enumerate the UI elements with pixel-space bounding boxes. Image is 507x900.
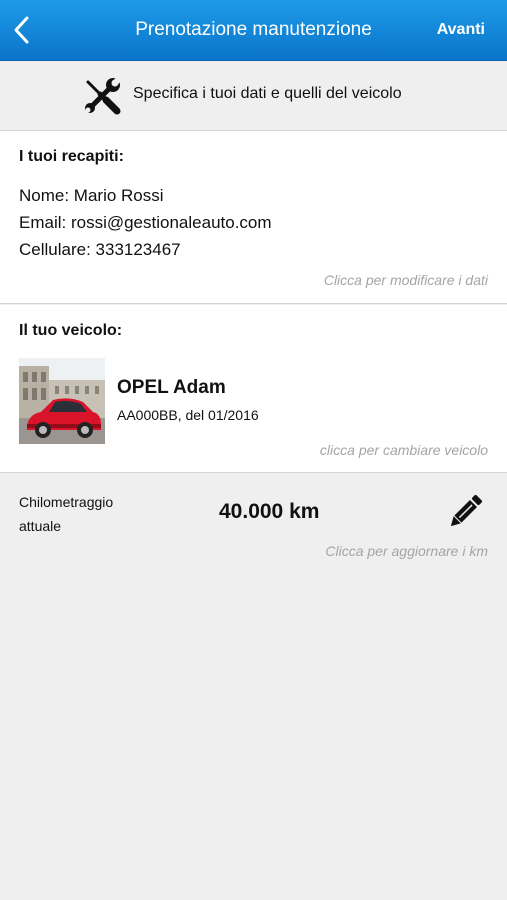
next-button[interactable]: Avanti [437,21,485,39]
tools-icon [82,75,123,116]
mileage-section: Chilometraggio attuale 40.000 km Clicca … [0,473,507,900]
vehicle-title: Il tuo veicolo: [19,322,123,339]
navigation-bar: Prenotazione manutenzione Avanti [0,0,507,61]
car-photo [19,358,105,444]
contact-email: Email: rossi@gestionaleauto.com [19,213,272,232]
instruction-bar: Specifica i tuoi dati e quelli del veico… [0,61,507,131]
contact-name: Nome: Mario Rossi [19,186,164,205]
contact-phone: Cellulare: 333123467 [19,240,181,259]
update-mileage-hint[interactable]: Clicca per aggiornare i km [325,543,488,559]
pencil-icon[interactable] [446,493,484,531]
contacts-card[interactable]: I tuoi recapiti: Nome: Mario Rossi Email… [0,131,507,304]
change-vehicle-hint[interactable]: clicca per cambiare veicolo [320,442,488,458]
vehicle-plate: AA000BB, del 01/2016 [117,407,259,423]
vehicle-name: OPEL Adam [117,377,226,398]
page-title: Prenotazione manutenzione [135,19,372,40]
vehicle-card[interactable]: Il tuo veicolo: OPEL Adam AA000BB, del 0… [0,305,507,473]
edit-contacts-hint[interactable]: Clicca per modificare i dati [324,272,488,288]
mileage-value: 40.000 km [219,500,320,523]
contacts-title: I tuoi recapiti: [19,148,124,165]
instruction-text: Specifica i tuoi dati e quelli del veico… [133,85,402,102]
mileage-label: Chilometraggio attuale [19,494,114,534]
